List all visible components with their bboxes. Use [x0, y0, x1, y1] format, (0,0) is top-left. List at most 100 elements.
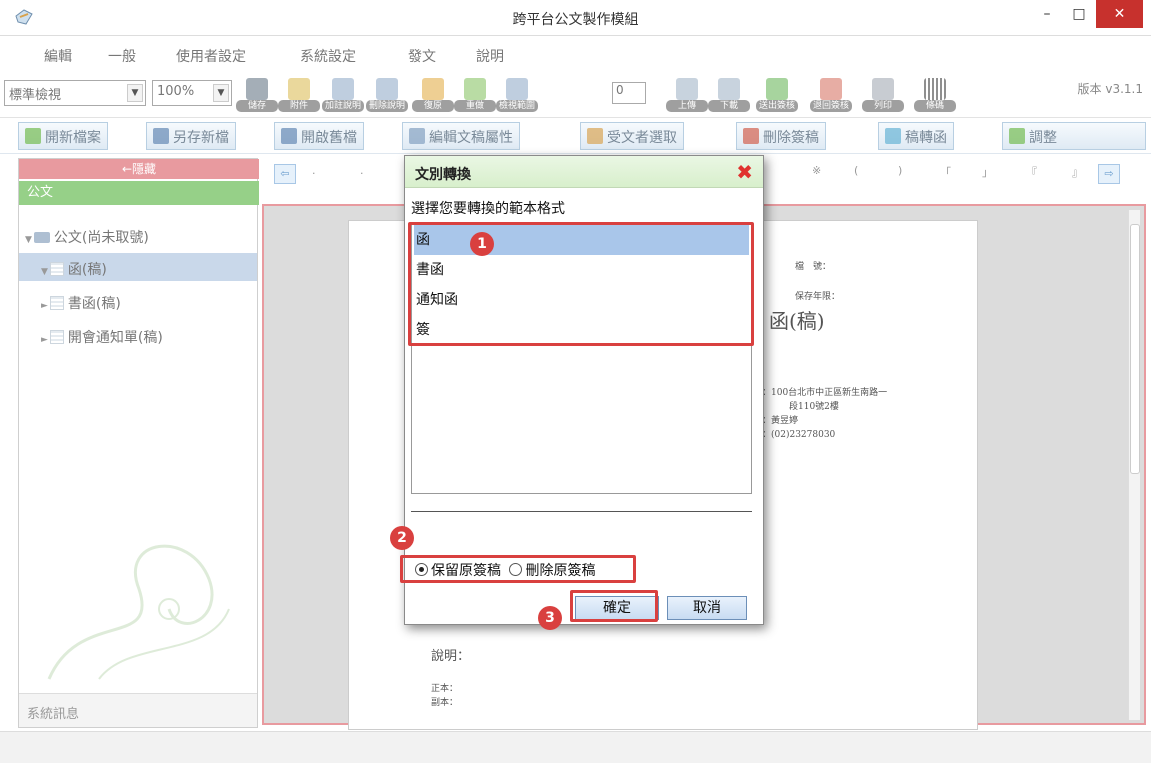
open-file-button[interactable]: 開啟舊檔	[274, 122, 364, 150]
symbol-dot[interactable]: .	[312, 164, 316, 177]
list-add-icon	[332, 78, 354, 100]
chevron-down-icon: ▼	[213, 84, 229, 102]
scroll-thumb[interactable]	[1130, 224, 1140, 474]
view-mode-value: 標準檢視	[9, 88, 62, 103]
file-number-label: 檔 號：	[795, 262, 832, 272]
highlight-ok-button	[570, 590, 658, 622]
symbol-reference-mark[interactable]: ※	[812, 164, 821, 177]
view-range-button[interactable]: 檢視範圍	[496, 78, 538, 114]
submit-sign-button[interactable]: 送出簽核	[756, 78, 798, 114]
delete-draft-button[interactable]: 刪除簽稿	[736, 122, 826, 150]
view-mode-select[interactable]: 標準檢視 ▼	[4, 80, 146, 106]
menu-user-settings[interactable]: 使用者設定	[176, 46, 246, 66]
address-line-2: 段110號2樓	[789, 402, 839, 412]
edit-properties-button[interactable]: 編輯文稿屬性	[402, 122, 520, 150]
explain-label: 說明：	[431, 649, 471, 664]
prev-arrow-icon[interactable]: ⇦	[274, 164, 296, 184]
symbol-double-quote-open[interactable]: 『	[1026, 164, 1037, 180]
system-message-panel[interactable]: 系統訊息	[19, 693, 257, 727]
highlight-template-list	[408, 222, 754, 346]
zoom-select[interactable]: 100% ▼	[152, 80, 232, 106]
save-as-button[interactable]: 另存新檔	[146, 122, 236, 150]
tree-item-letter-draft[interactable]: ▼ 函(稿)	[41, 259, 107, 279]
barcode-button[interactable]: 條碼	[914, 78, 956, 114]
symbol-double-quote-close[interactable]: 』	[1072, 164, 1083, 180]
close-button[interactable]: ✕	[1096, 0, 1143, 28]
cancel-button[interactable]: 取消	[667, 596, 747, 620]
symbol-paren-close[interactable]: )	[898, 164, 902, 177]
download-icon	[718, 78, 740, 100]
download-button[interactable]: 下載	[708, 78, 750, 114]
paperclip-icon	[288, 78, 310, 100]
main-toolbar: 標準檢視 ▼ 100% ▼ 儲存 附件 加註說明 刪除說明 復原 重做 檢視範圍…	[0, 76, 1151, 118]
main-recipient-label: 正本：	[431, 684, 459, 694]
step-badge-3: 3	[538, 606, 562, 630]
left-panel: ←隱藏 公文 ▼ 公文(尚未取號) ▼ 函(稿) ► 書函(稿) ► 開會通知單(稿) …	[18, 158, 259, 728]
list-remove-icon	[376, 78, 398, 100]
tree-item-meeting-notice-draft[interactable]: ► 開會通知單(稿)	[41, 327, 163, 347]
printer-icon	[872, 78, 894, 100]
minimize-button[interactable]: –	[1030, 0, 1064, 28]
close-icon[interactable]: ✖	[736, 160, 753, 184]
spinner-value: 0	[616, 83, 624, 97]
document-icon	[49, 262, 64, 276]
zoom-value: 100%	[157, 84, 195, 99]
tree-item-root[interactable]: ▼ 公文(尚未取號)	[25, 227, 149, 247]
adjust-button[interactable]: 調整	[1002, 122, 1146, 150]
new-file-icon	[25, 128, 41, 144]
menu-system-settings[interactable]: 系統設定	[300, 46, 356, 66]
menu-dispatch[interactable]: 發文	[408, 46, 436, 66]
print-button[interactable]: 列印	[862, 78, 904, 114]
return-sign-button[interactable]: 退回簽核	[810, 78, 852, 114]
hide-panel-button[interactable]: ←隱藏	[19, 159, 259, 179]
upload-button[interactable]: 上傳	[666, 78, 708, 114]
new-file-button[interactable]: 開新檔案	[18, 122, 108, 150]
convert-icon	[885, 128, 901, 144]
chevron-right-icon: ►	[41, 301, 48, 311]
menu-bar: 編輯 一般 使用者設定 系統設定 發文 說明	[0, 36, 1151, 76]
address-line-1: 址：100台北市中正區新生南路一	[753, 388, 888, 398]
status-bar	[0, 731, 1151, 763]
return-icon	[820, 78, 842, 100]
open-file-icon	[281, 128, 297, 144]
dialog-prompt: 選擇您要轉換的範本格式	[411, 201, 565, 217]
highlight-radio-group	[400, 555, 636, 583]
tree-item-brief-letter-draft[interactable]: ► 書函(稿)	[41, 293, 121, 313]
edit-icon	[409, 128, 425, 144]
symbol-dot[interactable]: .	[360, 164, 364, 177]
save-icon	[246, 78, 268, 100]
add-note-button[interactable]: 加註說明	[322, 78, 364, 114]
chevron-down-icon: ▼	[127, 84, 143, 102]
symbol-quote-open[interactable]: 「	[940, 164, 951, 180]
chevron-down-icon: ▼	[25, 235, 32, 245]
symbol-quote-close[interactable]: 」	[982, 164, 993, 180]
redo-button[interactable]: 重做	[454, 78, 496, 114]
menu-general[interactable]: 一般	[108, 46, 136, 66]
barcode-icon	[924, 78, 946, 100]
version-label: 版本 v3.1.1	[1077, 82, 1143, 96]
menu-edit[interactable]: 編輯	[44, 46, 72, 66]
dialog-divider	[411, 511, 752, 512]
decorative-swirl	[47, 544, 230, 680]
maximize-button[interactable]: □	[1062, 0, 1096, 28]
select-recipient-button[interactable]: 受文者選取	[580, 122, 684, 150]
page-spinner[interactable]: 0	[612, 82, 646, 104]
document-title: 函(稿)	[769, 309, 825, 333]
step-badge-1: 1	[470, 232, 494, 256]
vertical-scrollbar[interactable]	[1128, 210, 1140, 720]
attach-button[interactable]: 附件	[278, 78, 320, 114]
section-header-documents: 公文	[19, 181, 259, 205]
document-toolbar: 開新檔案 另存新檔 開啟舊檔 編輯文稿屬性 受文者選取 刪除簽稿 稿轉函 調整	[0, 118, 1151, 154]
save-button[interactable]: 儲存	[236, 78, 278, 114]
document-icon	[49, 296, 64, 310]
undo-button[interactable]: 復原	[412, 78, 454, 114]
draft-to-letter-button[interactable]: 稿轉函	[878, 122, 954, 150]
document-icon	[49, 330, 64, 344]
window-title: 跨平台公文製作模組	[512, 12, 639, 28]
chevron-right-icon: ►	[41, 335, 48, 345]
dialog-title: 文別轉換	[415, 167, 471, 183]
delete-note-button[interactable]: 刪除說明	[366, 78, 408, 114]
symbol-paren-open[interactable]: (	[854, 164, 858, 177]
menu-help[interactable]: 說明	[476, 46, 504, 66]
next-arrow-icon[interactable]: ⇨	[1098, 164, 1120, 184]
